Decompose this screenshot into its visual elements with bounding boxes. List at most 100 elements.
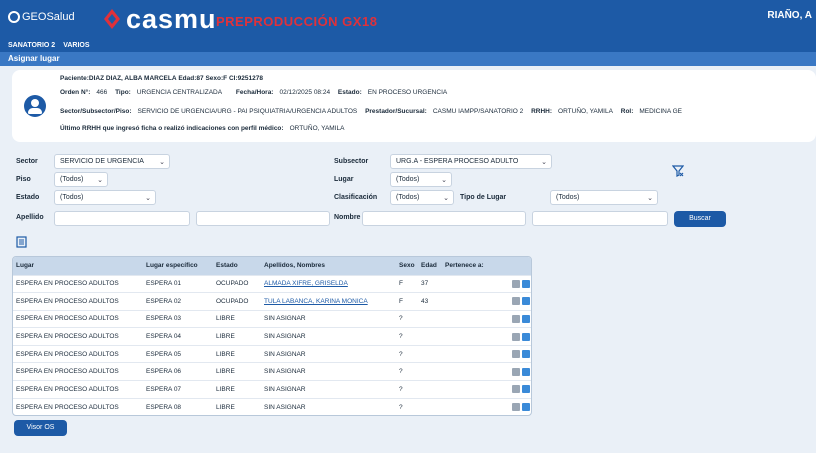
prestador-label: Prestador/Sucursal: — [365, 108, 427, 115]
col-pertenece[interactable]: Pertenece a: — [442, 257, 531, 275]
lugar-select-value: (Todos) — [396, 176, 420, 183]
cell-edad-text: 37 — [421, 280, 429, 288]
export-icon[interactable] — [16, 236, 27, 248]
document-icon[interactable] — [512, 314, 520, 323]
cell-nombre: SIN ASIGNAR — [261, 380, 396, 399]
filter-clear-icon[interactable] — [672, 165, 684, 177]
assign-icon[interactable] — [522, 385, 530, 394]
nombre2-input[interactable] — [532, 211, 668, 226]
cell-estado-text: LIBRE — [216, 368, 235, 376]
geosalud-logo: GEOSalud — [8, 11, 75, 23]
cell-edad: 37 — [418, 274, 442, 293]
menu-item-sanatorio[interactable]: SANATORIO 2 — [8, 42, 55, 49]
rrhh-value: ORTUÑO, YAMILA — [558, 108, 613, 115]
clasificacion-select[interactable]: (Todos) ⌄ — [390, 190, 454, 205]
piso-filter-label: Piso — [16, 176, 31, 183]
cell-estado: LIBRE — [213, 309, 261, 328]
assign-icon[interactable] — [522, 279, 530, 288]
sexo-value: F — [223, 75, 228, 82]
clasificacion-select-value: (Todos) — [396, 194, 420, 201]
apellido-input[interactable] — [54, 211, 190, 226]
assign-icon[interactable] — [522, 332, 530, 341]
menu-item-varios[interactable]: VARIOS — [63, 42, 89, 49]
table-row[interactable]: ESPERA EN PROCESO ADULTOS ESPERA 03 LIBRE S… — [13, 309, 531, 328]
table-header-row: Lugar Lugar específico Estado Apellidos,… — [13, 257, 531, 275]
table-row[interactable]: ESPERA EN PROCESO ADULTOS ESPERA 07 LIBRE S… — [13, 380, 531, 399]
apellido2-input[interactable] — [196, 211, 330, 226]
cell-edad — [418, 380, 442, 399]
cell-sexo: F — [396, 274, 418, 293]
sector-value: SERVICIO DE URGENCIA/URG - PAI PSIQUIATR… — [137, 108, 358, 115]
cell-estado: LIBRE — [213, 327, 261, 346]
table-row[interactable]: ESPERA EN PROCESO ADULTOS ESPERA 05 LIBRE S… — [13, 344, 531, 363]
subsector-filter-label: Subsector — [334, 158, 369, 165]
cell-sexo: ? — [396, 327, 418, 346]
estado-select[interactable]: (Todos) ⌄ — [54, 190, 156, 205]
cell-sexo: ? — [396, 397, 418, 415]
table-row[interactable]: ESPERA EN PROCESO ADULTOS ESPERA 06 LIBRE S… — [13, 362, 531, 381]
visor-os-button[interactable]: Visor OS — [14, 420, 67, 436]
ci-label: CI: — [228, 75, 238, 82]
cell-pertenece — [442, 344, 531, 363]
patient-line-2: Orden N°: 466 Tipo: URGENCIA CENTRALIZADA … — [60, 89, 447, 96]
cell-especifico-text: ESPERA 02 — [146, 297, 182, 305]
cell-estado: OCUPADO — [213, 292, 261, 311]
cell-pertenece — [442, 292, 531, 311]
document-icon[interactable] — [512, 297, 520, 306]
cell-estado: LIBRE — [213, 344, 261, 363]
sector-label: Sector/Subsector/Piso: — [60, 108, 132, 115]
col-sexo[interactable]: Sexo — [396, 257, 418, 275]
assign-icon[interactable] — [522, 350, 530, 359]
col-lugar[interactable]: Lugar — [13, 257, 143, 275]
cell-especifico-text: ESPERA 01 — [146, 280, 182, 288]
cell-sexo-text: F — [399, 297, 403, 305]
patient-line-3: Sector/Subsector/Piso: SERVICIO DE URGENC… — [60, 108, 682, 115]
document-icon[interactable] — [512, 350, 520, 359]
sector-select[interactable]: SERVICIO DE URGENCIA ⌄ — [54, 154, 170, 169]
document-icon[interactable] — [512, 332, 520, 341]
lugar-select[interactable]: (Todos) ⌄ — [390, 172, 452, 187]
document-icon[interactable] — [512, 279, 520, 288]
table-row[interactable]: ESPERA EN PROCESO ADULTOS ESPERA 08 LIBRE S… — [13, 397, 531, 415]
cell-sexo: F — [396, 292, 418, 311]
patient-card: Paciente:DIAZ DIAZ, ALBA MARCELA Edad:87… — [12, 70, 816, 142]
buscar-button[interactable]: Buscar — [674, 211, 726, 227]
assign-icon[interactable] — [522, 403, 530, 412]
document-icon[interactable] — [512, 403, 520, 412]
subsector-select[interactable]: URG.A - ESPERA PROCESO ADULTO ⌄ — [390, 154, 552, 169]
cell-lugar: ESPERA EN PROCESO ADULTOS — [13, 397, 143, 415]
cell-nombre-text: SIN ASIGNAR — [264, 315, 306, 323]
fecha-value: 02/12/2025 08:24 — [279, 89, 331, 96]
col-edad[interactable]: Edad — [418, 257, 442, 275]
cell-pertenece — [442, 362, 531, 381]
patient-link[interactable]: ALMADA XIFRE, GRISELDA — [264, 280, 348, 287]
assign-icon[interactable] — [522, 297, 530, 306]
col-lugar-especifico[interactable]: Lugar específico — [143, 257, 213, 275]
rrhh-label: RRHH: — [531, 108, 553, 115]
col-nombres[interactable]: Apellidos, Nombres — [261, 257, 396, 275]
document-icon[interactable] — [512, 367, 520, 376]
document-icon[interactable] — [512, 385, 520, 394]
cell-sexo-text: ? — [399, 403, 403, 411]
assign-icon[interactable] — [522, 314, 530, 323]
assign-icon[interactable] — [522, 367, 530, 376]
piso-select[interactable]: (Todos) ⌄ — [54, 172, 108, 187]
col-estado[interactable]: Estado — [213, 257, 261, 275]
nombre-input[interactable] — [362, 211, 526, 226]
tipo-lugar-select[interactable]: (Todos) ⌄ — [550, 190, 658, 205]
table-row[interactable]: ESPERA EN PROCESO ADULTOS ESPERA 04 LIBRE S… — [13, 327, 531, 346]
user-name[interactable]: RIAÑO, A — [767, 10, 812, 21]
patient-link[interactable]: TULA LABANCA, KARINA MONICA — [264, 298, 368, 305]
cell-especifico-text: ESPERA 05 — [146, 350, 182, 358]
cell-pertenece — [442, 380, 531, 399]
casmu-logo-icon — [104, 9, 120, 29]
cell-lugar-text: ESPERA EN PROCESO ADULTOS — [16, 280, 119, 288]
cell-especifico: ESPERA 04 — [143, 327, 213, 346]
table-row[interactable]: ESPERA EN PROCESO ADULTOS ESPERA 01 OCUPAD… — [13, 274, 531, 293]
cell-nombre: SIN ASIGNAR — [261, 397, 396, 415]
cell-edad: 43 — [418, 292, 442, 311]
table-row[interactable]: ESPERA EN PROCESO ADULTOS ESPERA 02 OCUPAD… — [13, 292, 531, 311]
casmu-logo-text: casmu — [126, 4, 217, 34]
geosalud-logo-text: GEOSalud — [22, 11, 75, 23]
ci-value: 9251278 — [237, 75, 263, 82]
